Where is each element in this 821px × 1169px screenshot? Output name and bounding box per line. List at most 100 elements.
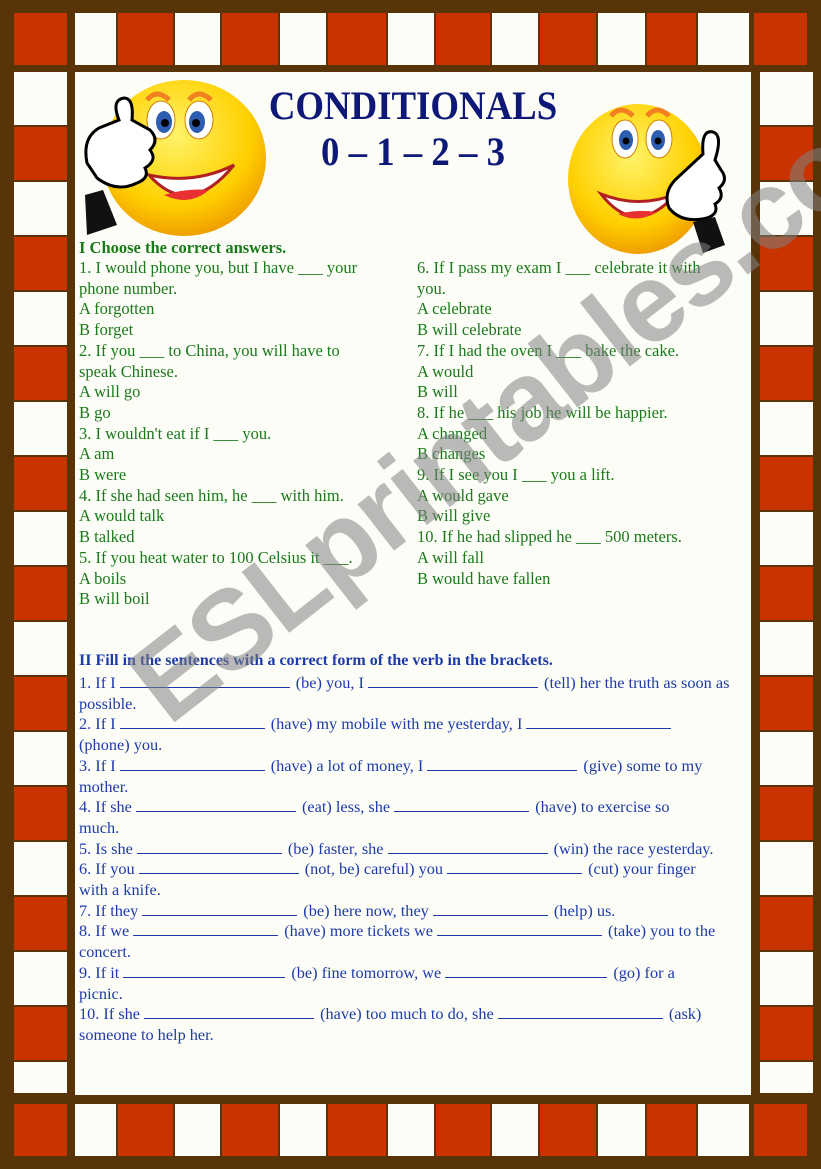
fill-in-item: 5. Is she (be) faster, she (win) the rac… xyxy=(79,839,751,860)
border-right-tile xyxy=(760,1062,813,1093)
section1-right-column: 6. If I pass my exam I ___ celebrate it … xyxy=(417,258,747,589)
border-bottom-tile xyxy=(698,1104,749,1156)
border-left-tile xyxy=(14,1007,67,1060)
answer-blank[interactable] xyxy=(394,797,530,813)
border-left-tile xyxy=(14,512,67,565)
answer-blank[interactable] xyxy=(119,756,265,771)
item-continuation: picnic. xyxy=(79,983,123,1003)
border-left-tile xyxy=(14,677,67,730)
border-left-tile xyxy=(14,1062,67,1093)
border-left-tile xyxy=(14,127,67,180)
border-top-tile xyxy=(175,13,220,65)
border-left-tile xyxy=(14,182,67,235)
answer-blank[interactable] xyxy=(497,1004,663,1020)
item-text: (have) more tickets we xyxy=(284,921,438,941)
border-left-tile xyxy=(14,292,67,345)
question-line: A will go xyxy=(79,382,141,402)
item-text: (be) you, I xyxy=(295,673,369,692)
fill-in-item: 7. If they (be) here now, they (help) us… xyxy=(79,901,751,922)
answer-blank[interactable] xyxy=(447,859,583,875)
border-left-tile xyxy=(14,622,67,675)
question-line: B go xyxy=(79,402,111,422)
item-text: 8. If we xyxy=(79,921,134,941)
answer-blank[interactable] xyxy=(526,714,672,730)
question-line: 7. If I had the oven I ___ bake the cake… xyxy=(417,340,680,360)
answer-blank[interactable] xyxy=(135,797,296,813)
item-text: (not, be) careful) you xyxy=(304,859,448,879)
item-text: (ask) xyxy=(668,1004,702,1024)
item-text: (help) us. xyxy=(553,900,616,920)
question-line: A celebrate xyxy=(417,299,492,319)
question-line: B will give xyxy=(417,506,491,526)
answer-blank[interactable] xyxy=(136,839,282,854)
fill-in-item: 3. If I (have) a lot of money, I (give) … xyxy=(79,756,751,797)
item-text: (cut) your finger xyxy=(588,859,696,879)
answer-blank[interactable] xyxy=(119,673,290,688)
item-text: (have) too much to do, she xyxy=(320,1004,498,1024)
question-line: 8. If he ___ his job he will be happier. xyxy=(417,402,668,422)
border-right-tile xyxy=(760,292,813,345)
answer-blank[interactable] xyxy=(427,756,578,771)
border-right-tile xyxy=(760,677,813,730)
question-line: phone number. xyxy=(79,278,178,298)
border-right-tile xyxy=(760,457,813,510)
border-bottom-tile xyxy=(388,1104,434,1156)
border-top-tile xyxy=(436,13,490,65)
question-line: A changed xyxy=(417,423,488,443)
border-right-tile xyxy=(760,237,813,290)
border-right-tile xyxy=(760,842,813,895)
question-line: 1. I would phone you, but I have ___ you… xyxy=(79,258,358,277)
item-text: (tell) her the truth as soon as xyxy=(544,673,730,692)
fill-in-item: 4. If she (eat) less, she (have) to exer… xyxy=(79,797,751,838)
border-right-tile xyxy=(760,127,813,180)
answer-blank[interactable] xyxy=(133,921,279,937)
item-text: 3. If I xyxy=(79,755,120,775)
border-left-tile xyxy=(14,842,67,895)
border-right-tile xyxy=(760,72,813,125)
item-continuation: (phone) you. xyxy=(79,735,163,755)
item-text: (eat) less, she xyxy=(301,797,395,817)
border-top-tile xyxy=(280,13,326,65)
question-line: 3. I wouldn't eat if I ___ you. xyxy=(79,423,272,443)
answer-blank[interactable] xyxy=(142,901,298,916)
border-left-tile xyxy=(14,567,67,620)
answer-blank[interactable] xyxy=(432,901,548,916)
border-bottom-tile xyxy=(118,1104,173,1156)
question-line: A forgotten xyxy=(79,299,155,319)
section1-left-column: 1. I would phone you, but I have ___ you… xyxy=(79,258,399,610)
border-top-tile xyxy=(222,13,278,65)
item-text: 2. If I xyxy=(79,714,120,734)
answer-blank[interactable] xyxy=(368,673,539,688)
question-line: B forget xyxy=(79,320,134,340)
border-right-tile xyxy=(760,952,813,1005)
item-text: (take) you to the xyxy=(608,921,716,941)
border-right-tile xyxy=(760,402,813,455)
border-left-tile xyxy=(14,347,67,400)
section2-exercise-list: 1. If I (be) you, I (tell) her the truth… xyxy=(79,673,751,1046)
question-line: B would have fallen xyxy=(417,568,551,588)
question-line: B will boil xyxy=(79,589,150,609)
border-bottom-tile xyxy=(598,1104,645,1156)
item-continuation: someone to help her. xyxy=(79,1024,214,1044)
border-right-tile xyxy=(760,512,813,565)
question-line: A would xyxy=(417,361,474,381)
border-right-tile xyxy=(760,897,813,950)
answer-blank[interactable] xyxy=(119,714,265,730)
answer-blank[interactable] xyxy=(123,963,286,978)
border-left-tile xyxy=(14,732,67,785)
fill-in-item: 10. If she (have) too much to do, she (a… xyxy=(79,1004,751,1045)
question-line: A boils xyxy=(79,568,127,588)
answer-blank[interactable] xyxy=(437,921,603,937)
answer-blank[interactable] xyxy=(445,963,608,978)
answer-blank[interactable] xyxy=(144,1004,315,1020)
border-right-tile xyxy=(760,622,813,675)
border-right-tile xyxy=(760,732,813,785)
item-text: 9. If it xyxy=(79,962,124,982)
section1-heading: I Choose the correct answers. xyxy=(79,238,287,257)
item-continuation: concert. xyxy=(79,942,131,962)
question-line: 10. If he had slipped he ___ 500 meters. xyxy=(417,527,682,547)
answer-blank[interactable] xyxy=(138,859,299,875)
item-text: 6. If you xyxy=(79,859,139,879)
answer-blank[interactable] xyxy=(387,839,548,854)
border-bottom-tile xyxy=(328,1104,386,1156)
